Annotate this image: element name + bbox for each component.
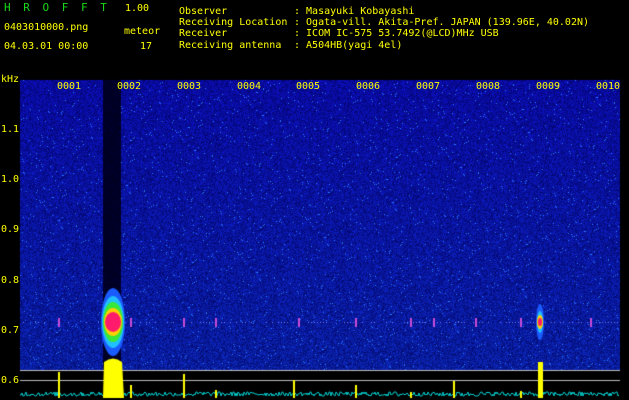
y-tick-label: 0.7 <box>1 325 20 336</box>
datetime-label: 04.03.01 00:00 <box>4 41 89 52</box>
x-tick-label: 0003 <box>177 81 202 92</box>
meteor-label: meteor <box>124 26 161 37</box>
x-tick-label: 0004 <box>237 81 262 92</box>
x-tick-label: 0007 <box>416 81 441 92</box>
meteor-count: 17 <box>140 41 153 52</box>
y-axis-unit: kHz <box>1 74 20 85</box>
x-tick-label: 0006 <box>356 81 381 92</box>
y-tick-label: 1.1 <box>1 124 20 135</box>
x-tick-label: 0002 <box>117 81 142 92</box>
filename-label: 0403010000.png <box>4 22 89 33</box>
info-value-receiver: : ICOM IC-575 53.7492(@LCD)MHz USB <box>294 28 499 39</box>
y-tick-label: 0.8 <box>1 275 20 286</box>
info-value-antenna: : A504HB(yagi 4el) <box>294 40 403 51</box>
x-tick-label: 0009 <box>536 81 561 92</box>
app-title: H R O F F T <box>4 1 110 14</box>
x-tick-label: 0005 <box>296 81 321 92</box>
info-key-receiver: Receiver <box>179 28 228 39</box>
app-version: 1.00 <box>125 3 150 14</box>
y-tick-label: 1.0 <box>1 174 20 185</box>
y-tick-label: 0.9 <box>1 224 20 235</box>
x-tick-label: 0001 <box>57 81 82 92</box>
header: H R O F F T 1.00 0403010000.png meteor 0… <box>0 0 629 78</box>
x-tick-label: 0010 <box>596 81 621 92</box>
y-tick-label: 0.6 <box>1 375 20 386</box>
info-key-antenna: Receiving antenna <box>179 40 282 51</box>
x-tick-label: 0008 <box>476 81 501 92</box>
